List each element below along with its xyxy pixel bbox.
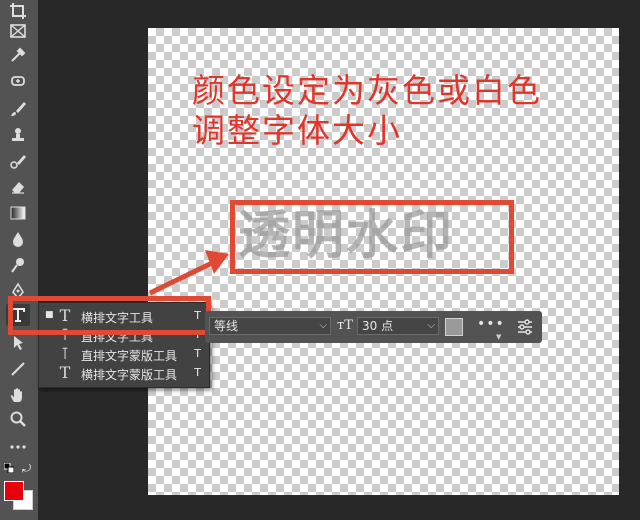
- flyout-item-shortcut: T: [194, 347, 201, 360]
- brush-tool-icon[interactable]: [6, 98, 30, 120]
- character-panel-icon[interactable]: [517, 319, 533, 335]
- more-options-icon[interactable]: •••: [477, 316, 505, 332]
- font-family-value: 等线: [214, 319, 239, 333]
- tools-panel: ⤾: [0, 0, 38, 520]
- flyout-item-label: 横排文字蒙版工具: [81, 368, 178, 382]
- hand-tool-icon[interactable]: [6, 384, 30, 406]
- dodge-tool-icon[interactable]: [6, 254, 30, 276]
- instruction-text-line2: 调整字体大小: [192, 111, 402, 150]
- swap-colors-icon[interactable]: ⤾: [22, 462, 31, 476]
- font-size-select[interactable]: 30 点 ⌵: [357, 317, 439, 335]
- eyedropper-tool-icon[interactable]: [6, 44, 30, 66]
- default-colors-icon[interactable]: [4, 463, 14, 473]
- font-size-value: 30 点: [362, 319, 394, 333]
- gradient-tool-icon[interactable]: [6, 202, 30, 224]
- chevron-down-icon: ▼: [496, 333, 502, 341]
- type-tool-highlight-box: [8, 296, 211, 335]
- foreground-color-swatch[interactable]: [4, 481, 24, 501]
- flyout-item-horizontal-type-mask[interactable]: T 横排文字蒙版工具 T: [39, 363, 209, 383]
- clone-stamp-tool-icon[interactable]: [6, 124, 30, 146]
- crop-tool-icon[interactable]: [6, 0, 30, 22]
- zoom-tool-icon[interactable]: [6, 408, 30, 430]
- font-family-select[interactable]: 等线 ⌵: [209, 317, 331, 335]
- flyout-item-label: 直排文字蒙版工具: [81, 349, 178, 363]
- history-brush-tool-icon[interactable]: [6, 150, 30, 172]
- chevron-down-icon: ⌵: [427, 320, 435, 331]
- type-options-bar: 等线 ⌵ ᴛT 30 点 ⌵ ••• ▼: [205, 311, 542, 343]
- type-horizontal-mask-icon: T: [59, 363, 71, 382]
- font-size-icon: ᴛT: [337, 318, 353, 333]
- blur-tool-icon[interactable]: [6, 228, 30, 250]
- path-selection-tool-icon[interactable]: [6, 332, 30, 354]
- chevron-down-icon: ⌵: [319, 320, 327, 331]
- more-tools-icon[interactable]: [6, 436, 30, 458]
- type-vertical-mask-icon: ⊺: [60, 344, 70, 363]
- text-color-swatch[interactable]: [445, 318, 463, 336]
- line-tool-icon[interactable]: [6, 358, 30, 380]
- flyout-item-vertical-type-mask[interactable]: ⊺ 直排文字蒙版工具 T: [39, 344, 209, 364]
- eraser-tool-icon[interactable]: [6, 176, 30, 198]
- instruction-text-line1: 颜色设定为灰色或白色: [192, 71, 542, 110]
- frame-tool-icon[interactable]: [6, 20, 30, 42]
- flyout-item-shortcut: T: [194, 366, 201, 379]
- healing-brush-tool-icon[interactable]: [6, 70, 30, 92]
- watermark-highlight-box: [230, 200, 514, 274]
